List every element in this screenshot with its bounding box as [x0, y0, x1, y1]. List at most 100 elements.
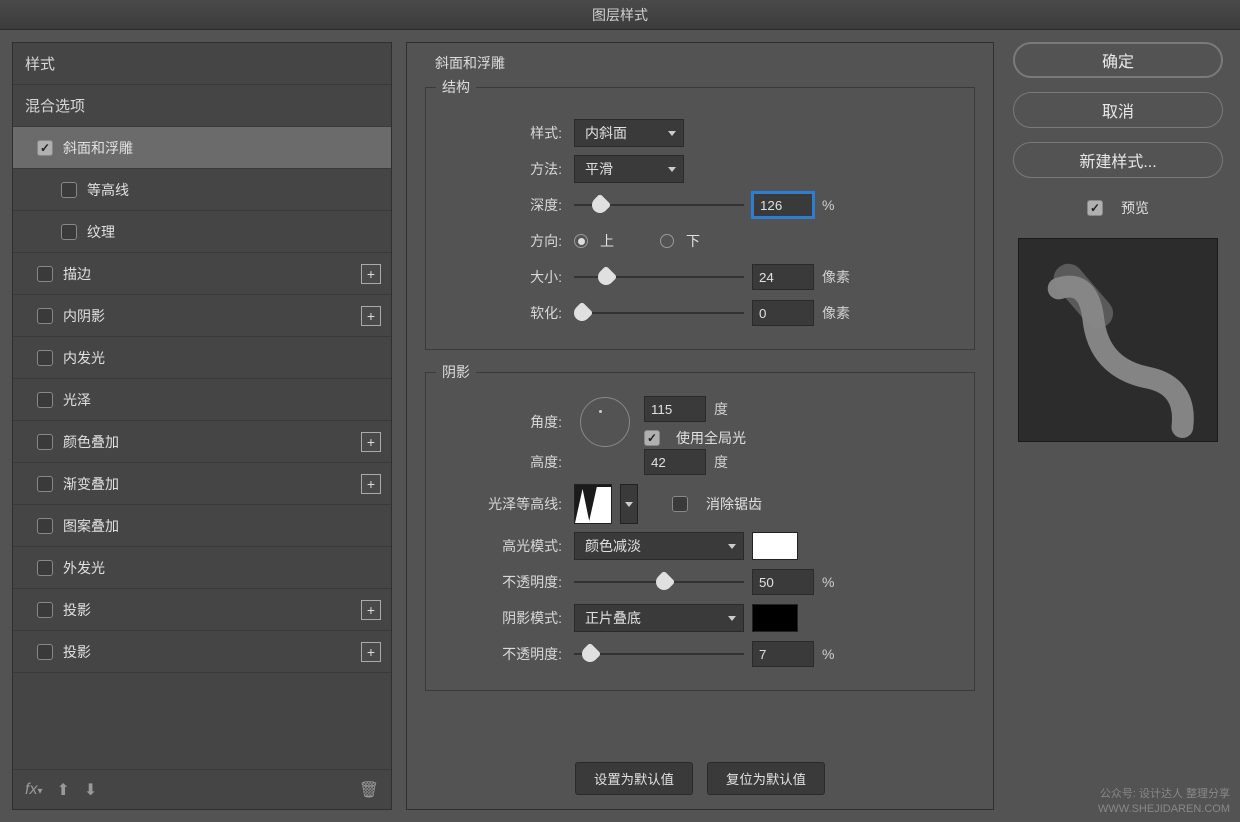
move-up-icon[interactable]: ⬆	[56, 780, 69, 800]
checkbox-drop-shadow-2[interactable]	[37, 644, 53, 660]
highlight-mode-dropdown[interactable]: 颜色减淡	[574, 532, 744, 560]
add-gradient-overlay-button[interactable]: +	[361, 474, 381, 494]
add-stroke-button[interactable]: +	[361, 264, 381, 284]
fx-menu-icon[interactable]: fx▾	[25, 781, 42, 799]
gloss-contour-label: 光泽等高线:	[436, 494, 566, 514]
watermark: 公众号: 设计达人 整理分享 WWW.SHEJIDAREN.COM	[1098, 787, 1230, 816]
preview-thumbnail	[1018, 238, 1218, 442]
size-slider-thumb[interactable]	[595, 266, 618, 289]
highlight-opacity-label: 不透明度:	[436, 572, 566, 592]
sidebar-item-color-overlay[interactable]: 颜色叠加 +	[13, 421, 391, 463]
checkbox-bevel-emboss[interactable]	[37, 140, 53, 156]
direction-down-radio[interactable]	[660, 234, 674, 248]
preview-label: 预览	[1121, 198, 1149, 218]
size-input[interactable]	[752, 264, 814, 290]
use-global-light-label: 使用全局光	[676, 428, 746, 448]
technique-dropdown[interactable]: 平滑	[574, 155, 684, 183]
sidebar-header-styles[interactable]: 样式	[13, 43, 391, 85]
checkbox-satin[interactable]	[37, 392, 53, 408]
checkbox-drop-shadow-1[interactable]	[37, 602, 53, 618]
sidebar-item-stroke[interactable]: 描边 +	[13, 253, 391, 295]
depth-label: 深度:	[436, 195, 566, 215]
add-inner-shadow-button[interactable]: +	[361, 306, 381, 326]
add-color-overlay-button[interactable]: +	[361, 432, 381, 452]
shading-legend: 阴影	[436, 362, 476, 382]
sidebar-item-pattern-overlay[interactable]: 图案叠加	[13, 505, 391, 547]
highlight-opacity-thumb[interactable]	[653, 571, 676, 594]
preview-checkbox[interactable]	[1087, 200, 1103, 216]
window-title: 图层样式	[0, 0, 1240, 30]
sidebar-item-drop-shadow-1[interactable]: 投影 +	[13, 589, 391, 631]
checkbox-texture[interactable]	[61, 224, 77, 240]
new-style-button[interactable]: 新建样式...	[1013, 142, 1223, 178]
sidebar-item-gradient-overlay[interactable]: 渐变叠加 +	[13, 463, 391, 505]
structure-legend: 结构	[436, 77, 476, 97]
angle-input[interactable]	[644, 396, 706, 422]
shadow-mode-dropdown[interactable]: 正片叠底	[574, 604, 744, 632]
highlight-opacity-slider[interactable]	[574, 581, 744, 583]
title-text: 图层样式	[592, 5, 648, 25]
altitude-input[interactable]	[644, 449, 706, 475]
sidebar-item-outer-glow[interactable]: 外发光	[13, 547, 391, 589]
use-global-light-checkbox[interactable]	[644, 430, 660, 446]
make-default-button[interactable]: 设置为默认值	[575, 762, 693, 795]
move-down-icon[interactable]: ⬇	[84, 780, 97, 800]
sidebar-item-bevel-emboss[interactable]: 斜面和浮雕	[13, 127, 391, 169]
sidebar-footer: fx▾ ⬆ ⬇ 🗑	[13, 769, 391, 809]
sidebar-item-texture[interactable]: 纹理	[13, 211, 391, 253]
technique-label: 方法:	[436, 159, 566, 179]
shadow-opacity-input[interactable]	[752, 641, 814, 667]
add-drop-shadow-2-button[interactable]: +	[361, 642, 381, 662]
highlight-color-swatch[interactable]	[752, 532, 798, 560]
highlight-opacity-input[interactable]	[752, 569, 814, 595]
shadow-opacity-slider[interactable]	[574, 653, 744, 655]
trash-icon[interactable]: 🗑	[359, 780, 379, 800]
size-slider[interactable]	[574, 276, 744, 278]
checkbox-outer-glow[interactable]	[37, 560, 53, 576]
sidebar-item-inner-shadow[interactable]: 内阴影 +	[13, 295, 391, 337]
sidebar-item-contour[interactable]: 等高线	[13, 169, 391, 211]
shadow-opacity-thumb[interactable]	[579, 643, 602, 666]
style-label: 样式:	[436, 123, 566, 143]
direction-label: 方向:	[436, 231, 566, 251]
altitude-label: 高度:	[436, 452, 566, 472]
antialias-label: 消除锯齿	[706, 494, 762, 514]
checkbox-inner-glow[interactable]	[37, 350, 53, 366]
style-dropdown[interactable]: 内斜面	[574, 119, 684, 147]
shadow-color-swatch[interactable]	[752, 604, 798, 632]
gloss-contour-dropdown[interactable]	[620, 484, 638, 524]
size-label: 大小:	[436, 267, 566, 287]
angle-label: 角度:	[436, 412, 566, 432]
checkbox-color-overlay[interactable]	[37, 434, 53, 450]
styles-sidebar: 样式 混合选项 斜面和浮雕 等高线 纹理 描边 + 内阴影 + 内发光	[12, 42, 392, 810]
depth-slider-thumb[interactable]	[589, 194, 612, 217]
checkbox-contour[interactable]	[61, 182, 77, 198]
add-drop-shadow-1-button[interactable]: +	[361, 600, 381, 620]
angle-dial[interactable]	[580, 397, 630, 447]
checkbox-pattern-overlay[interactable]	[37, 518, 53, 534]
reset-default-button[interactable]: 复位为默认值	[707, 762, 825, 795]
settings-panel: 斜面和浮雕 结构 样式: 内斜面 方法: 平滑 深度: % 方向: 上 下	[406, 42, 994, 810]
sidebar-item-satin[interactable]: 光泽	[13, 379, 391, 421]
depth-input[interactable]	[752, 192, 814, 218]
checkbox-gradient-overlay[interactable]	[37, 476, 53, 492]
highlight-mode-label: 高光模式:	[436, 536, 566, 556]
checkbox-stroke[interactable]	[37, 266, 53, 282]
checkbox-inner-shadow[interactable]	[37, 308, 53, 324]
angle-dial-dot	[599, 410, 602, 413]
shadow-mode-label: 阴影模式:	[436, 608, 566, 628]
soften-input[interactable]	[752, 300, 814, 326]
gloss-contour-picker[interactable]	[574, 484, 612, 524]
ok-button[interactable]: 确定	[1013, 42, 1223, 78]
soften-slider-thumb[interactable]	[571, 302, 594, 325]
antialias-checkbox[interactable]	[672, 496, 688, 512]
cancel-button[interactable]: 取消	[1013, 92, 1223, 128]
soften-label: 软化:	[436, 303, 566, 323]
sidebar-blend-options[interactable]: 混合选项	[13, 85, 391, 127]
direction-up-radio[interactable]	[574, 234, 588, 248]
sidebar-item-drop-shadow-2[interactable]: 投影 +	[13, 631, 391, 673]
soften-slider[interactable]	[574, 312, 744, 314]
sidebar-item-inner-glow[interactable]: 内发光	[13, 337, 391, 379]
structure-group: 结构 样式: 内斜面 方法: 平滑 深度: % 方向: 上 下	[425, 77, 975, 350]
depth-slider[interactable]	[574, 204, 744, 206]
